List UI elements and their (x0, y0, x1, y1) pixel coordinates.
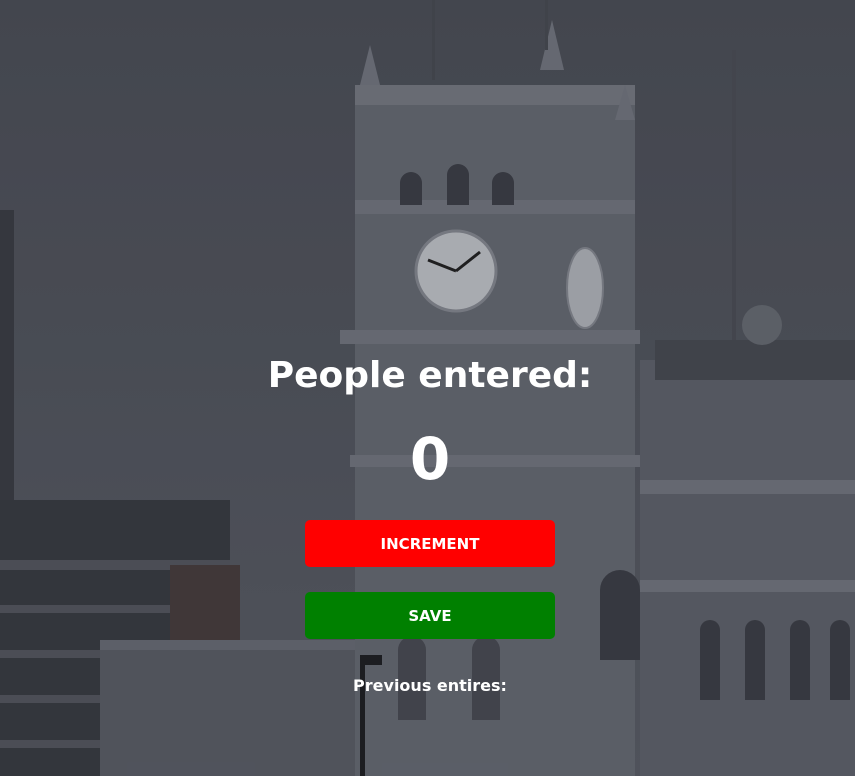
increment-button[interactable]: INCREMENT (305, 520, 555, 567)
previous-entries-label: Previous entires: (353, 676, 507, 695)
entry-count: 0 (409, 425, 451, 493)
counter-app: People entered: 0 INCREMENT SAVE Previou… (0, 0, 855, 776)
save-button[interactable]: SAVE (305, 592, 555, 639)
people-entered-title: People entered: (267, 355, 593, 396)
